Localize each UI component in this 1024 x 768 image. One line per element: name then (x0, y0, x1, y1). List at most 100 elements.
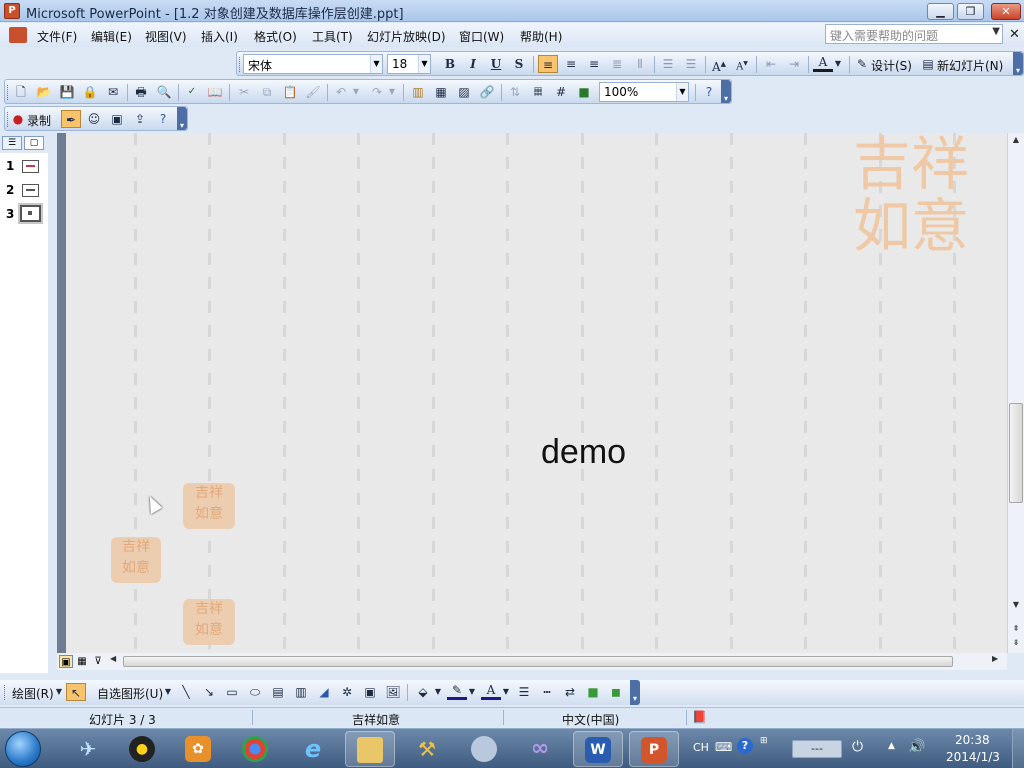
slide-show-view-icon[interactable]: ⊽ (91, 655, 105, 668)
menu-file[interactable]: 文件(F) (37, 28, 77, 45)
permission-icon[interactable]: 🔒 (80, 83, 100, 101)
slide-thumbnail-selected[interactable] (20, 205, 41, 222)
paste-icon[interactable]: 📋 (280, 83, 300, 101)
undo-icon[interactable]: ↶ (331, 83, 351, 101)
taskbar-app-powerpoint[interactable]: P (629, 731, 679, 767)
align-left-icon[interactable]: ≡ (538, 55, 558, 73)
select-objects-icon[interactable]: ↖ (66, 683, 86, 701)
print-icon[interactable]: 🖶 (131, 83, 151, 101)
help-search-input[interactable]: 键入需要帮助的问题 ▼ (825, 24, 1003, 44)
vertical-text-box-icon[interactable]: ▥ (291, 683, 311, 701)
next-slide-icon[interactable]: ⇟ (1008, 636, 1024, 650)
bold-button[interactable]: B (440, 55, 460, 73)
slide-thumbnail[interactable] (22, 160, 39, 173)
publish-icon[interactable]: ⇪ (130, 110, 150, 128)
slide-show-icon[interactable]: ▣ (107, 110, 127, 128)
color-grayscale-icon[interactable]: ■ (574, 83, 594, 101)
clock-date[interactable]: 2014/1/3 (946, 750, 1000, 764)
new-slide-button[interactable]: 新幻灯片(N) (937, 57, 1003, 74)
font-name-select[interactable]: 宋体 ▼ (243, 54, 383, 74)
taskbar-app-visualstudio[interactable]: ∞ (516, 731, 566, 767)
pen-icon[interactable]: ✒ (61, 110, 81, 128)
print-preview-icon[interactable]: 🔍 (154, 83, 174, 101)
dash-style-icon[interactable]: ┅ (537, 683, 557, 701)
taskbar-app-bird[interactable]: ✈ (64, 731, 114, 767)
toolbar-grip[interactable] (7, 85, 10, 100)
align-center-icon[interactable]: ≡ (561, 55, 581, 73)
spelling-icon[interactable]: ✓ (182, 83, 202, 101)
numbering-icon[interactable]: ☰ (658, 55, 678, 73)
rectangle-icon[interactable]: ▭ (222, 683, 242, 701)
increase-font-icon[interactable]: A▲ (709, 55, 729, 74)
taskbar-app-ie[interactable]: e (289, 731, 339, 767)
toolbar-grip[interactable] (7, 112, 10, 127)
toolbar-grip[interactable] (239, 57, 242, 72)
tables-borders-icon[interactable]: ▨ (454, 83, 474, 101)
volume-icon[interactable]: 🔊 (908, 739, 925, 755)
scroll-up-icon[interactable]: ▲ (1008, 133, 1024, 147)
clip-art-icon[interactable]: ▣ (360, 683, 380, 701)
chevron-down-icon[interactable]: ▼ (387, 83, 397, 101)
email-icon[interactable]: ✉ (103, 83, 123, 101)
line-icon[interactable]: ╲ (176, 683, 196, 701)
decrease-indent-icon[interactable]: ⇤ (761, 55, 781, 73)
narration-icon[interactable]: ☺ (84, 110, 104, 128)
menu-edit[interactable]: 编辑(E) (91, 28, 132, 45)
menu-window[interactable]: 窗口(W) (459, 28, 504, 45)
menu-tools[interactable]: 工具(T) (312, 28, 353, 45)
menu-slideshow[interactable]: 幻灯片放映(D) (367, 28, 446, 45)
document-icon[interactable] (9, 27, 27, 43)
minimize-button[interactable]: ▁ (927, 3, 954, 20)
show-grid-icon[interactable]: # (551, 83, 571, 101)
open-folder-icon[interactable]: 📂 (34, 83, 54, 101)
underline-button[interactable]: U (486, 55, 506, 73)
chevron-down-icon[interactable]: ▼ (992, 26, 1000, 37)
show-desktop-button[interactable] (1012, 729, 1024, 768)
vertical-scroll-thumb[interactable] (1009, 403, 1023, 503)
text-box-icon[interactable]: ▤ (268, 683, 288, 701)
taskbar-app-explorer[interactable] (345, 731, 395, 767)
slide-canvas[interactable]: 吉祥 如意 吉祥 如意 吉祥 如意 吉祥 如意 demo (57, 133, 1007, 653)
menu-view[interactable]: 视图(V) (145, 28, 187, 45)
shadow-button[interactable]: S (509, 55, 529, 73)
save-icon[interactable]: 💾 (57, 83, 77, 101)
chevron-down-icon[interactable]: ▼ (676, 83, 688, 101)
help-icon[interactable]: ? (699, 83, 719, 101)
diagram-icon[interactable]: ✲ (337, 683, 357, 701)
taskbar-app-tools[interactable]: ⚒ (403, 731, 453, 767)
toolbar-options-icon[interactable]: ▾ (630, 680, 640, 705)
spelling-status-icon[interactable]: 📕 (692, 710, 707, 724)
justify-icon[interactable]: ≣ (607, 55, 627, 73)
clock-time[interactable]: 20:38 (955, 733, 990, 747)
insert-table-icon[interactable]: ▦ (431, 83, 451, 101)
toolbar-grip[interactable] (4, 685, 7, 700)
chevron-down-icon[interactable]: ▼ (54, 683, 64, 701)
ime-options-icon[interactable]: ⊞ (760, 736, 768, 746)
bullets-icon[interactable]: ☰ (681, 55, 701, 73)
design-button[interactable]: 设计(S) (871, 57, 912, 74)
scroll-right-icon[interactable]: ▶ (992, 654, 998, 663)
taskbar-app-qq[interactable]: ● (118, 731, 168, 767)
taskbar-app-chrome[interactable] (231, 731, 281, 767)
menu-insert[interactable]: 插入(I) (201, 28, 238, 45)
chevron-down-icon[interactable]: ▼ (467, 683, 477, 701)
help-icon[interactable]: ? (153, 110, 173, 128)
increase-indent-icon[interactable]: ⇥ (784, 55, 804, 73)
menu-help[interactable]: 帮助(H) (520, 28, 562, 45)
normal-view-icon[interactable]: ▣ (59, 655, 73, 668)
menu-format[interactable]: 格式(O) (254, 28, 297, 45)
outline-tab-icon[interactable]: ☰ (2, 136, 22, 150)
chevron-down-icon[interactable]: ▼ (370, 55, 382, 73)
document-close-icon[interactable]: ✕ (1009, 27, 1020, 42)
record-button[interactable]: 录制 (27, 112, 51, 129)
show-hidden-icons-icon[interactable]: ▲ (888, 741, 895, 751)
slide-text-box[interactable]: demo (541, 433, 626, 472)
power-plug-icon[interactable]: ⏻ (852, 739, 863, 755)
toolbar-options-icon[interactable]: ▾ (177, 107, 187, 130)
redo-icon[interactable]: ↷ (367, 83, 387, 101)
research-icon[interactable]: 📖 (205, 83, 225, 101)
vertical-scrollbar[interactable]: ▲ ▼ ⇞ ⇟ (1007, 133, 1024, 653)
shadow-style-icon[interactable]: ■ (583, 683, 603, 701)
insert-picture-icon[interactable]: 🖼 (383, 683, 403, 701)
toolbar-options-icon[interactable]: ▾ (1013, 52, 1023, 75)
